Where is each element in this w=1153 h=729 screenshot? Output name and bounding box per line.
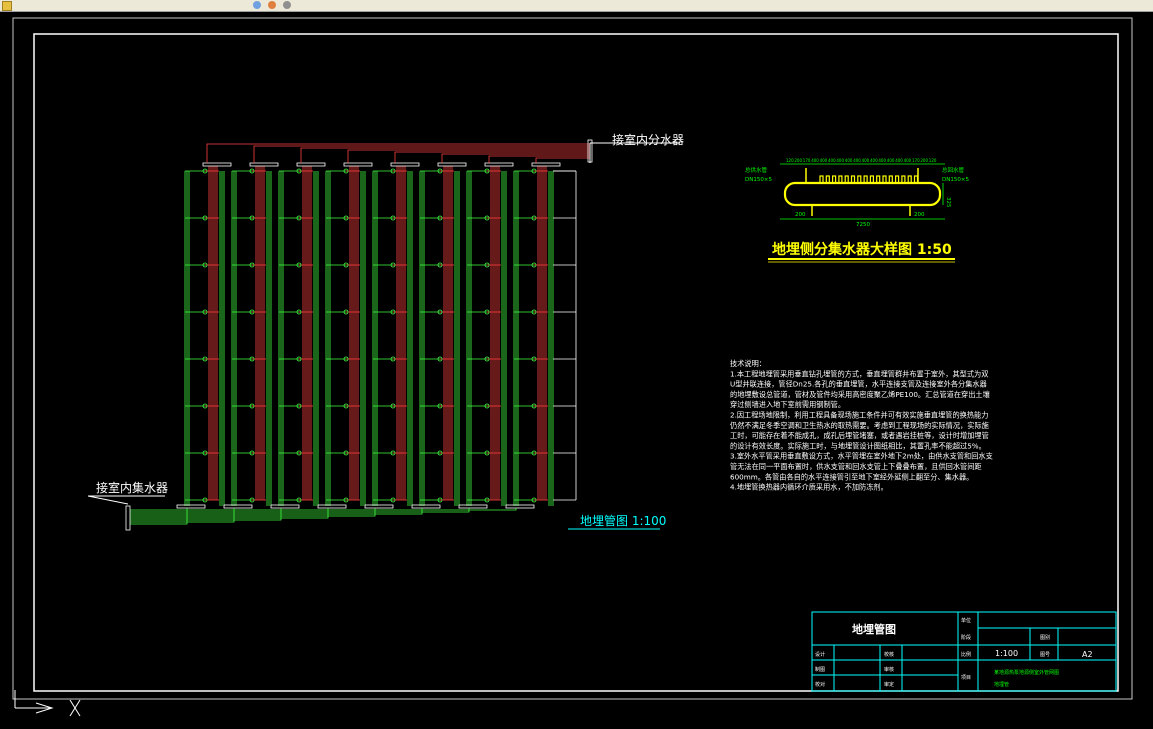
supply-main (253, 145, 590, 163)
dim-top-label: 400 (853, 158, 861, 163)
group-return-header (317, 504, 347, 509)
note-line: 穿过侧墙进入地下室前需用钢制管。 (730, 400, 845, 409)
dim-top-label: 400 (870, 158, 878, 163)
manifold-detail: 120 200 170 400 400 400 400 400 400 400 400 400 400 4… (745, 158, 969, 228)
dim-top-label: 400 (836, 158, 844, 163)
return-main (130, 508, 329, 519)
dim-top-label: 400 (811, 158, 819, 163)
settings-icon[interactable] (283, 1, 291, 9)
title-review-label: 审核 (884, 666, 894, 673)
return-manifold-stub (125, 505, 131, 531)
dim-top-label: 400 (895, 158, 903, 163)
group-supply-header (531, 162, 561, 167)
outer-frame (12, 17, 1133, 700)
dim-top-label: 400 (828, 158, 836, 163)
note-line: 技术说明： (730, 359, 766, 368)
title-project-label: 项目 (961, 675, 971, 681)
supply-label: 接室内分水器 (612, 132, 684, 147)
toolbar-strip (0, 0, 1153, 12)
dim-height: 325 (945, 197, 951, 208)
supply-main (441, 153, 590, 163)
title-project-value: 某地源热泵地源侧室外管网图 (994, 669, 1059, 676)
title-design-label: 设计 (815, 651, 825, 658)
return-main (130, 508, 423, 515)
note-line: 管无法在同一平面布置时，供水支管和回水支管上下叠叠布置，且供回水管间距 (730, 462, 982, 471)
dim-bottom-left: 200 (795, 212, 806, 218)
title-unit-label: 单位 (961, 617, 971, 624)
note-line: 工时，可能存在着不能成孔，成孔后埋管堵塞，或者遇岩挂桩等，设计时增加埋管 (730, 431, 989, 440)
dim-top-label: 400 (845, 158, 853, 163)
group-return-header (270, 504, 300, 509)
group-supply-header (343, 162, 373, 167)
title-stage-label: 阶段 (961, 634, 971, 641)
note-line: 600mm。各管由各自的水平连接管引至地下室经外延侧上翻至分、集水器。 (730, 472, 973, 481)
dim-bottom-right: 200 (914, 212, 925, 218)
cad-drawing-canvas[interactable]: 接室内分水器 接室内集水器 地埋管图 1:100 120 200 170 400 400… (0, 12, 1153, 725)
dim-bottom-mid: 7250 (856, 222, 870, 228)
dim-top-label: 400 (904, 158, 912, 163)
undo-icon[interactable] (253, 1, 261, 9)
title-draw-label: 制图 (815, 666, 825, 673)
ground-loop-pipe-network (125, 139, 593, 531)
note-line: 4.地埋管换热器内循环介质采用水，不加防冻剂。 (730, 483, 888, 492)
note-line: U型并联连接，管径Dn25.各孔的垂直埋管，水平连接支管及连接室外各分集水器 (730, 380, 987, 389)
note-line: 2.因工程场地限制，利用工程具备现场施工条件并可有效实施垂直埋管的换热能力 (730, 411, 988, 420)
technical-notes: 技术说明：1.本工程地埋管采用垂直钻孔埋管的方式，垂直埋管群井布置于室外，其型式… (730, 359, 993, 492)
title-sheet-label: 图号 (1040, 652, 1050, 658)
supply-main (535, 157, 590, 163)
group-supply-header (390, 162, 420, 167)
supply-main (488, 155, 590, 163)
dim-top-label: 400 (820, 158, 828, 163)
group-return-header (458, 504, 488, 509)
note-line: 仍然不满足冬季空调和卫生热水的取热需要。考虑到工程现场的实际情况，实际施 (730, 421, 989, 430)
detail-title: 地埋侧分集水器大样图 1:50 (772, 241, 952, 258)
group-supply-header (484, 162, 514, 167)
dim-top-label: 400 (878, 158, 886, 163)
dim-top-label: 400 (862, 158, 870, 163)
left-pipe-size: DN150×5 (745, 177, 772, 183)
manifold-body (783, 181, 942, 207)
group-return-header (505, 504, 535, 509)
title-sheet-value: A2 (1082, 650, 1093, 659)
note-line: 3.室外水平管采用垂直敷设方式，水平管埋在室外地下2m处，由供水支管和回水支 (730, 452, 993, 461)
title-scale-label: 比例 (961, 651, 971, 658)
group-supply-header (437, 162, 467, 167)
group-return-header (176, 504, 206, 509)
right-pipe-name: 总回水管 (942, 166, 965, 174)
group-return-header (364, 504, 394, 509)
dim-top-label: 200 (794, 158, 802, 163)
group-supply-header (202, 162, 232, 167)
dim-top-label: 170 (912, 158, 920, 163)
group-return-header (223, 504, 253, 509)
title-scale-value: 1:100 (995, 649, 1018, 658)
left-pipe-name: 总供水管 (745, 166, 768, 174)
return-label: 接室内集水器 (96, 480, 168, 495)
note-line: 的设计有效长度。实际施工时，与地埋管设计图纸相比，其置孔率不能超过5%。 (730, 441, 986, 450)
title-series-label: 图别 (1040, 634, 1050, 641)
note-line: 的地埋敷设总管道，管材及管件均采用高密度聚乙烯PE100。汇总管道在穿出土壤 (730, 390, 990, 399)
group-supply-header (249, 162, 279, 167)
dim-top-label: 120 (929, 158, 937, 163)
right-pipe-size: DN150×5 (942, 177, 969, 183)
folder-icon[interactable] (2, 1, 12, 11)
dim-top-label: 120 (786, 158, 794, 163)
note-line: 1.本工程地埋管采用垂直钻孔埋管的方式，垂直埋管群井布置于室外，其型式为双 (730, 369, 988, 378)
redo-icon[interactable] (268, 1, 276, 9)
supply-main (206, 143, 590, 163)
title-approve-label: 审定 (884, 681, 894, 688)
ucs-icon (14, 690, 81, 717)
plan-title: 地埋管图 1:100 (580, 513, 666, 528)
dim-top-label: 400 (887, 158, 895, 163)
title-block-name: 地埋管图 (852, 622, 896, 636)
title-check-label: 校核 (884, 651, 894, 658)
return-leader-diag (87, 495, 129, 505)
dim-top-label: 170 (803, 158, 811, 163)
dim-top-label: 200 (920, 158, 928, 163)
title-project-sub: 地埋管 (994, 681, 1009, 688)
group-supply-header (296, 162, 326, 167)
title-proof-label: 校对 (815, 681, 825, 688)
dim-labels-top: 120 200 170 400 400 400 400 400 400 400 400 400 400 4… (786, 158, 937, 163)
group-return-header (411, 504, 441, 509)
